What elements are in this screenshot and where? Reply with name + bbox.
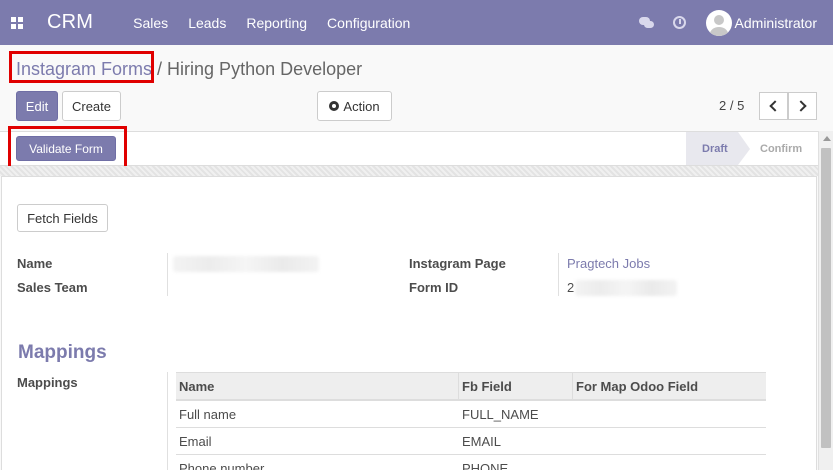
menu-sales[interactable]: Sales [123,15,178,31]
column-header-fb-field[interactable]: Fb Field [459,373,573,399]
menu-configuration[interactable]: Configuration [317,15,420,31]
main-menu: Sales Leads Reporting Configuration [123,15,420,31]
top-navbar: CRM Sales Leads Reporting Configuration … [0,0,833,45]
cell-name: Phone number [179,460,265,470]
sales-team-label: Sales Team [17,280,88,295]
scrollbar-thumb[interactable] [821,148,831,448]
cell-odoo-field [573,401,766,427]
pager-previous-button[interactable] [759,92,788,120]
chevron-left-icon [769,100,781,112]
table-row[interactable]: Phone number PHONE [176,455,766,470]
field-divider-right [558,253,559,296]
form-id-label: Form ID [409,280,459,295]
name-value-redacted[interactable] [173,256,319,272]
mappings-field-label: Mappings [17,375,78,390]
chat-icon[interactable] [638,15,655,31]
instagram-page-link[interactable]: Pragtech Jobs [567,256,650,271]
column-header-odoo-field[interactable]: For Map Odoo Field [573,373,766,399]
pager-value: 2 / 5 [719,98,745,113]
highlight-box-breadcrumb [9,51,154,83]
app-brand: CRM [47,11,94,33]
cell-fb-field: EMAIL [462,433,502,449]
action-button[interactable]: Action [317,91,392,121]
menu-reporting[interactable]: Reporting [236,15,317,31]
cell-odoo-field [573,428,766,454]
mappings-section-title: Mappings [18,342,107,363]
field-divider-left [167,253,168,296]
vertical-scrollbar[interactable] [818,131,833,470]
form-id-prefix: 2 [567,280,575,295]
cell-fb-field: FULL_NAME [462,406,539,422]
form-id-value-redacted [575,280,677,296]
action-label: Action [343,98,380,114]
column-header-name[interactable]: Name [176,373,459,399]
user-menu[interactable]: Administrator [705,9,817,36]
table-header: Name Fb Field For Map Odoo Field [176,372,766,401]
apps-menu-icon[interactable] [0,0,34,45]
fetch-fields-button[interactable]: Fetch Fields [17,204,108,232]
cell-fb-field: PHONE [462,460,509,470]
edit-button[interactable]: Edit [16,91,58,121]
cell-name: Full name [179,406,237,422]
avatar [705,9,732,36]
sheet-background-divider [0,166,818,176]
menu-leads[interactable]: Leads [178,15,236,31]
activity-clock-icon[interactable] [672,16,686,29]
create-button[interactable]: Create [62,91,121,121]
chevron-right-icon [795,100,807,112]
gear-icon [329,101,340,111]
instagram-page-label: Instagram Page [409,256,506,271]
mappings-divider [167,372,168,470]
breadcrumb-current: Hiring Python Developer [167,59,363,79]
user-name: Administrator [734,14,817,31]
stage-draft[interactable]: Draft [686,132,750,165]
table-row[interactable]: Full name FULL_NAME [176,401,766,428]
table-row[interactable]: Email EMAIL [176,428,766,455]
mappings-table: Name Fb Field For Map Odoo Field Full na… [176,372,766,470]
name-label: Name [17,256,53,271]
cell-odoo-field [573,455,766,470]
stage-confirm[interactable]: Confirm [738,132,818,165]
scroll-up-arrow-icon[interactable] [823,136,831,141]
pager-next-button[interactable] [788,92,817,120]
breadcrumb-separator: / [152,59,168,79]
cell-name: Email [179,433,212,449]
